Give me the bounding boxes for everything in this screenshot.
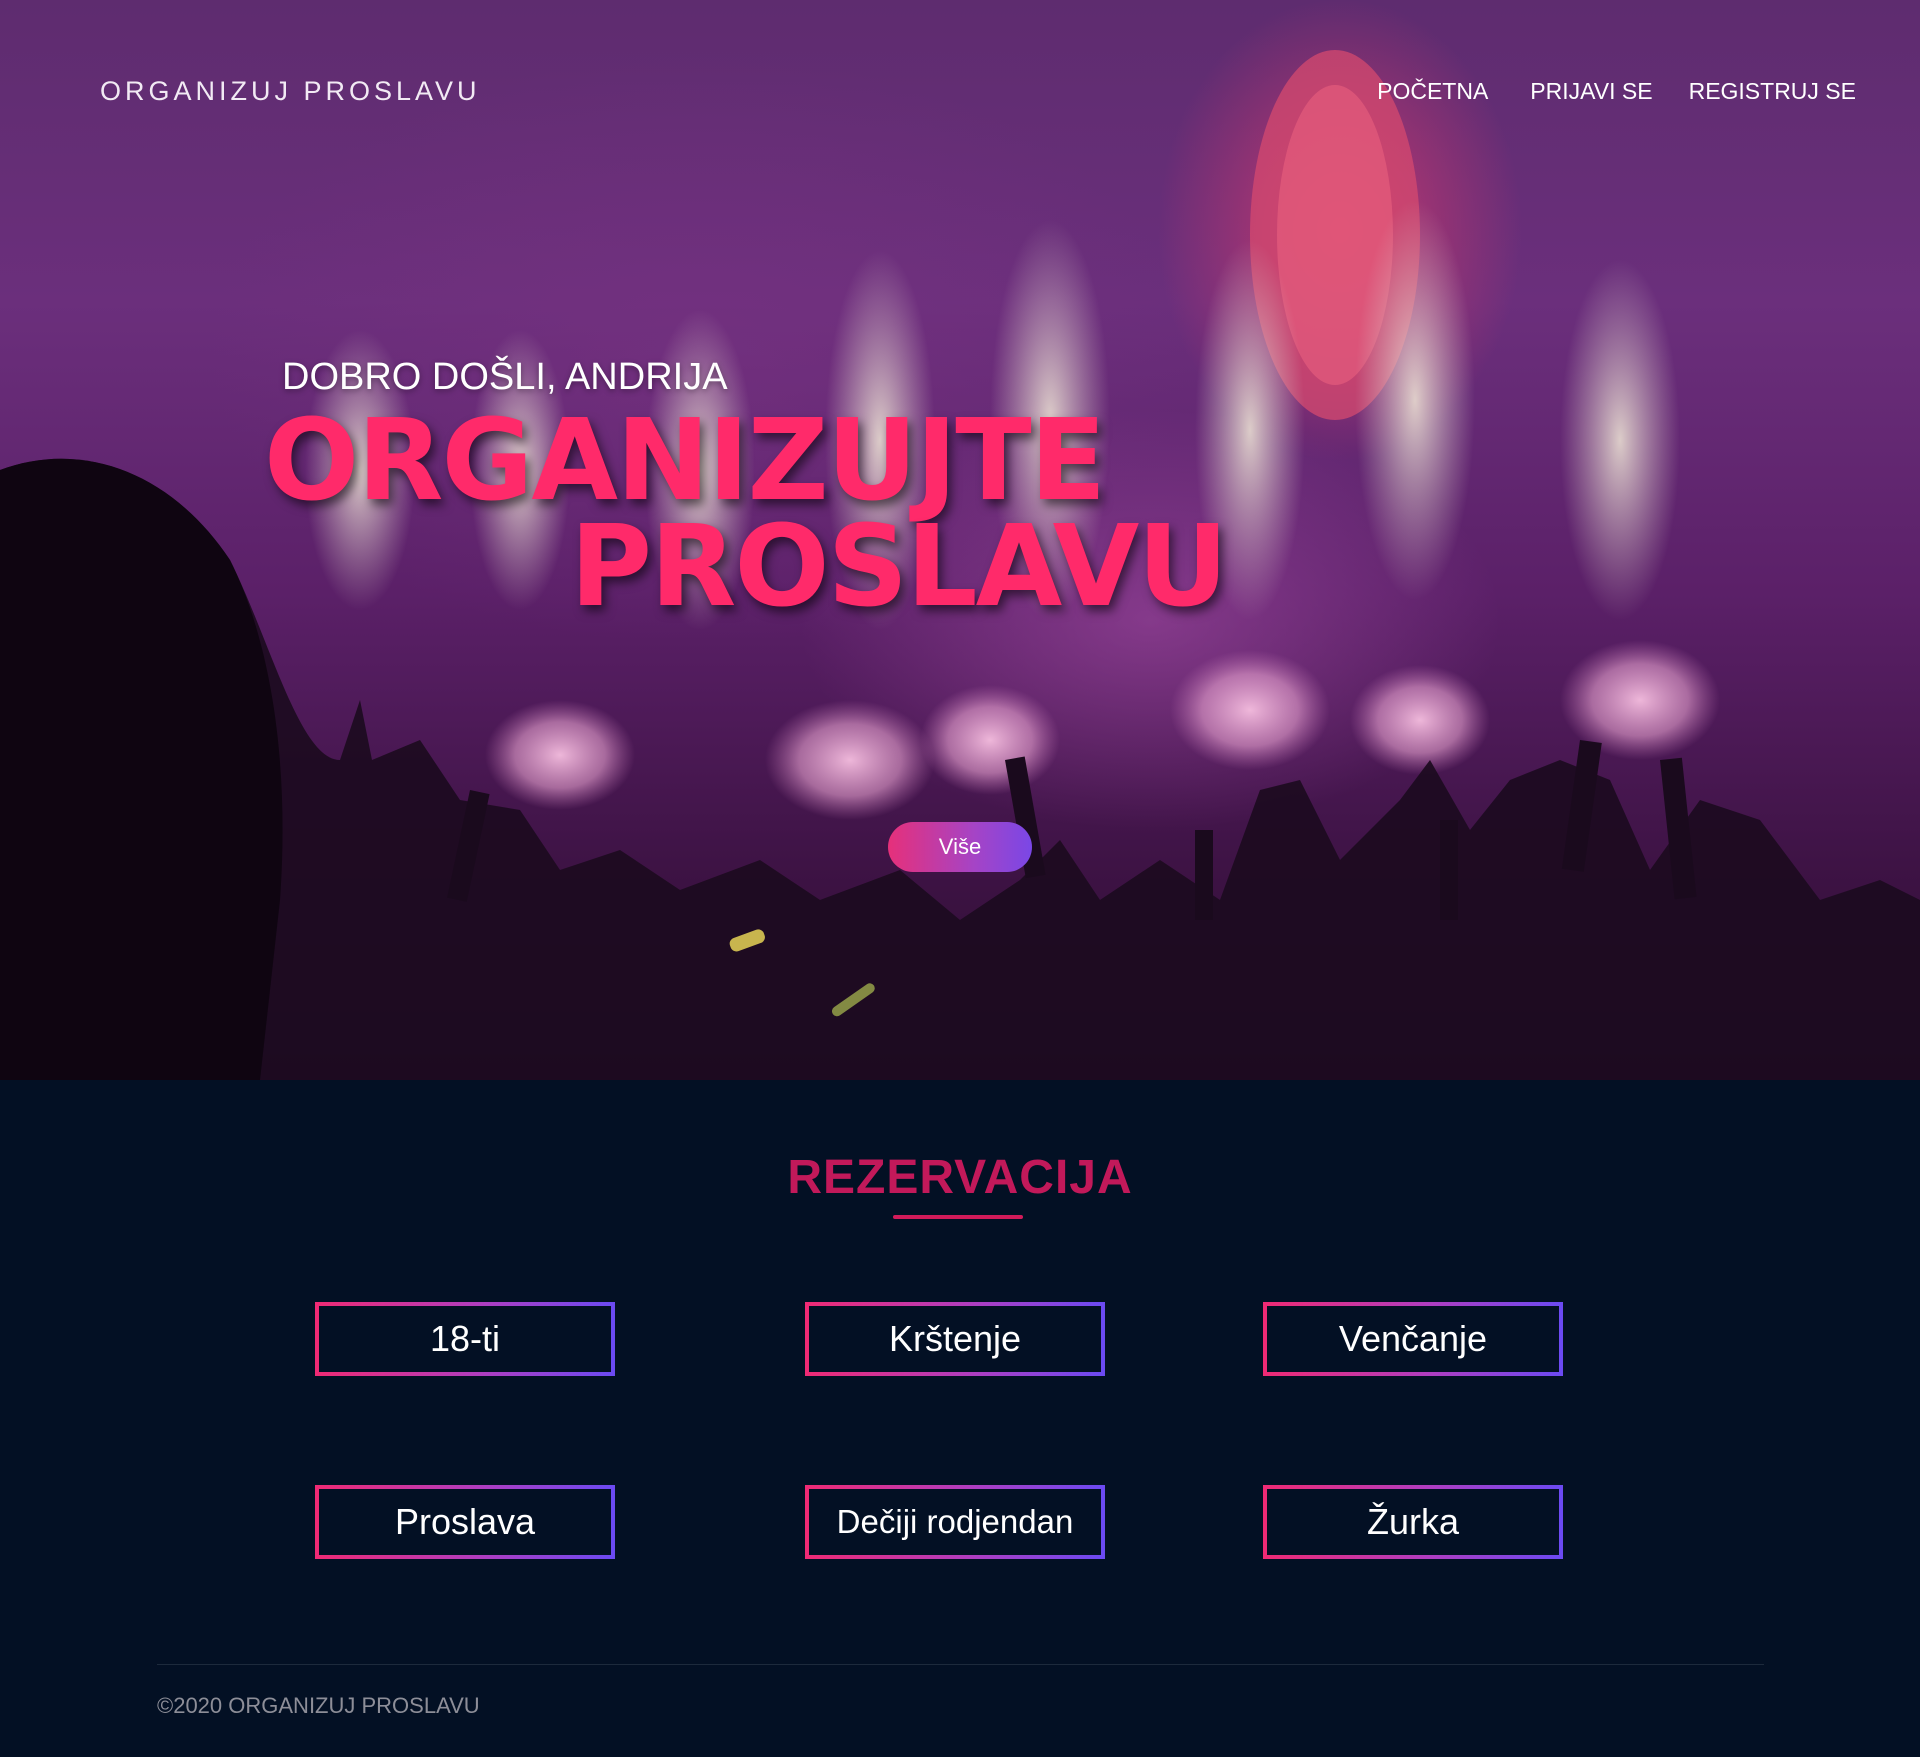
footer-copyright: ©2020 ORGANIZUJ PROSLAVU: [157, 1693, 480, 1718]
option-18th-birthday[interactable]: 18-ti: [315, 1302, 615, 1376]
hero-headline-line-2: PROSLAVU: [570, 502, 1228, 632]
nav-login-link[interactable]: PRIJAVI SE: [1530, 78, 1652, 105]
more-button[interactable]: Više: [888, 822, 1032, 872]
welcome-message: DOBRO DOŠLI, ANDRIJA: [282, 356, 728, 398]
hero-section: ORGANIZUJ PROSLAVU POČETNA PRIJAVI SE RE…: [0, 0, 1920, 1080]
nav-register-link[interactable]: REGISTRUJ SE: [1689, 78, 1856, 105]
option-party[interactable]: Žurka: [1263, 1485, 1563, 1559]
hero-headline-line-1: ORGANIZUJTE: [264, 396, 1106, 526]
main-nav: POČETNA PRIJAVI SE REGISTRUJ SE: [1377, 78, 1856, 105]
option-wedding[interactable]: Venčanje: [1263, 1302, 1563, 1376]
nav-home-link[interactable]: POČETNA: [1377, 78, 1488, 105]
option-christening[interactable]: Krštenje: [805, 1302, 1105, 1376]
reservation-section: REZERVACIJA 18-ti Krštenje Venčanje Pros…: [0, 1080, 1920, 1757]
title-underline: [893, 1215, 1023, 1219]
footer-divider: [157, 1664, 1764, 1665]
option-kids-birthday[interactable]: Dečiji rodjendan: [805, 1485, 1105, 1559]
reservation-title: REZERVACIJA: [787, 1151, 1133, 1204]
hero-headline: ORGANIZUJTE PROSLAVU: [0, 396, 1920, 632]
option-celebration[interactable]: Proslava: [315, 1485, 615, 1559]
site-brand[interactable]: ORGANIZUJ PROSLAVU: [100, 76, 481, 107]
